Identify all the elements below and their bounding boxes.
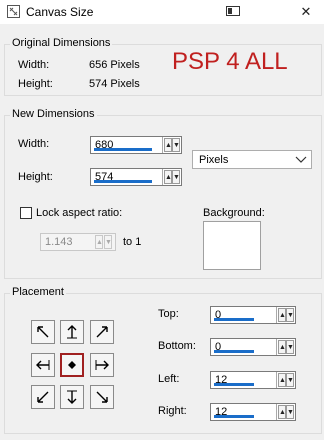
window-title: Canvas Size (26, 5, 94, 19)
bottom-input[interactable]: 0 ▲ ▼ (210, 338, 296, 356)
new-width-up-arrow-icon[interactable]: ▲ (164, 138, 172, 152)
units-dropdown[interactable]: Pixels (192, 150, 312, 169)
left-input[interactable]: 12 ▲ ▼ (210, 371, 296, 389)
lock-aspect-ratio-label[interactable]: Lock aspect ratio: (36, 207, 122, 219)
placement-heading: Placement (10, 286, 66, 298)
bottom-label: Bottom: (158, 340, 196, 352)
arrow-down-icon (67, 390, 77, 404)
arrow-down-left-icon (37, 391, 49, 403)
lock-aspect-ratio-checkbox[interactable] (20, 207, 32, 219)
bottom-up-arrow-icon[interactable]: ▲ (278, 340, 286, 354)
aspect-ratio-value: 1.143 (45, 236, 73, 248)
right-slider[interactable] (214, 415, 254, 418)
arrow-up-left-icon (37, 326, 49, 338)
left-up-arrow-icon[interactable]: ▲ (278, 373, 286, 387)
new-height-label: Height: (18, 171, 53, 183)
anchor-top-right[interactable] (90, 320, 114, 344)
left-slider[interactable] (214, 383, 254, 386)
app-icon (7, 5, 20, 18)
units-selected: Pixels (199, 154, 229, 166)
new-width-input[interactable]: 680 ▲ ▼ (90, 136, 182, 154)
aspect-ratio-down-arrow-icon: ▼ (104, 235, 112, 249)
watermark-text: PSP 4 ALL (172, 48, 288, 75)
new-width-slider[interactable] (94, 148, 152, 151)
left-label: Left: (158, 373, 180, 385)
new-height-input[interactable]: 574 ▲ ▼ (90, 168, 182, 186)
aspect-ratio-suffix: to 1 (123, 236, 142, 248)
arrow-up-icon (67, 325, 77, 339)
anchor-top-center[interactable] (60, 320, 84, 344)
anchor-bottom-left[interactable] (31, 385, 55, 409)
anchor-top-left[interactable] (31, 320, 55, 344)
new-width-label: Width: (18, 138, 50, 150)
top-label: Top: (158, 308, 179, 320)
top-down-arrow-icon[interactable]: ▼ (286, 308, 294, 322)
bottom-slider[interactable] (214, 350, 254, 353)
anchor-center[interactable] (60, 353, 84, 377)
title-bar: Canvas Size ✕ (0, 0, 324, 24)
top-slider[interactable] (214, 318, 254, 321)
background-label: Background: (203, 207, 265, 219)
close-button[interactable]: ✕ (294, 2, 318, 22)
original-width-value: 656 Pixels (89, 59, 140, 71)
chevron-down-icon (295, 156, 307, 163)
arrow-up-right-icon (96, 326, 108, 338)
center-diamond-icon (68, 361, 76, 369)
background-color-swatch[interactable] (203, 221, 261, 270)
bottom-down-arrow-icon[interactable]: ▼ (286, 340, 294, 354)
anchor-middle-left[interactable] (31, 353, 55, 377)
help-context-icon[interactable] (226, 6, 240, 16)
right-up-arrow-icon[interactable]: ▲ (278, 405, 286, 419)
arrow-right-icon (95, 360, 109, 370)
new-height-slider[interactable] (94, 180, 152, 183)
top-input[interactable]: 0 ▲ ▼ (210, 306, 296, 324)
original-height-value: 574 Pixels (89, 78, 140, 90)
original-height-label: Height: (18, 78, 53, 90)
left-down-arrow-icon[interactable]: ▼ (286, 373, 294, 387)
new-dimensions-heading: New Dimensions (10, 108, 97, 120)
new-width-down-arrow-icon[interactable]: ▼ (172, 138, 180, 152)
aspect-ratio-input: 1.143 ▲ ▼ (40, 233, 116, 251)
anchor-bottom-center[interactable] (60, 385, 84, 409)
anchor-bottom-right[interactable] (90, 385, 114, 409)
arrow-down-right-icon (96, 391, 108, 403)
right-down-arrow-icon[interactable]: ▼ (286, 405, 294, 419)
anchor-middle-right[interactable] (90, 353, 114, 377)
new-height-up-arrow-icon[interactable]: ▲ (164, 170, 172, 184)
aspect-ratio-up-arrow-icon: ▲ (95, 235, 103, 249)
right-input[interactable]: 12 ▲ ▼ (210, 403, 296, 421)
original-dimensions-heading: Original Dimensions (10, 37, 113, 49)
right-label: Right: (158, 405, 187, 417)
new-height-down-arrow-icon[interactable]: ▼ (172, 170, 180, 184)
arrow-left-icon (36, 360, 50, 370)
original-width-label: Width: (18, 59, 50, 71)
top-up-arrow-icon[interactable]: ▲ (278, 308, 286, 322)
